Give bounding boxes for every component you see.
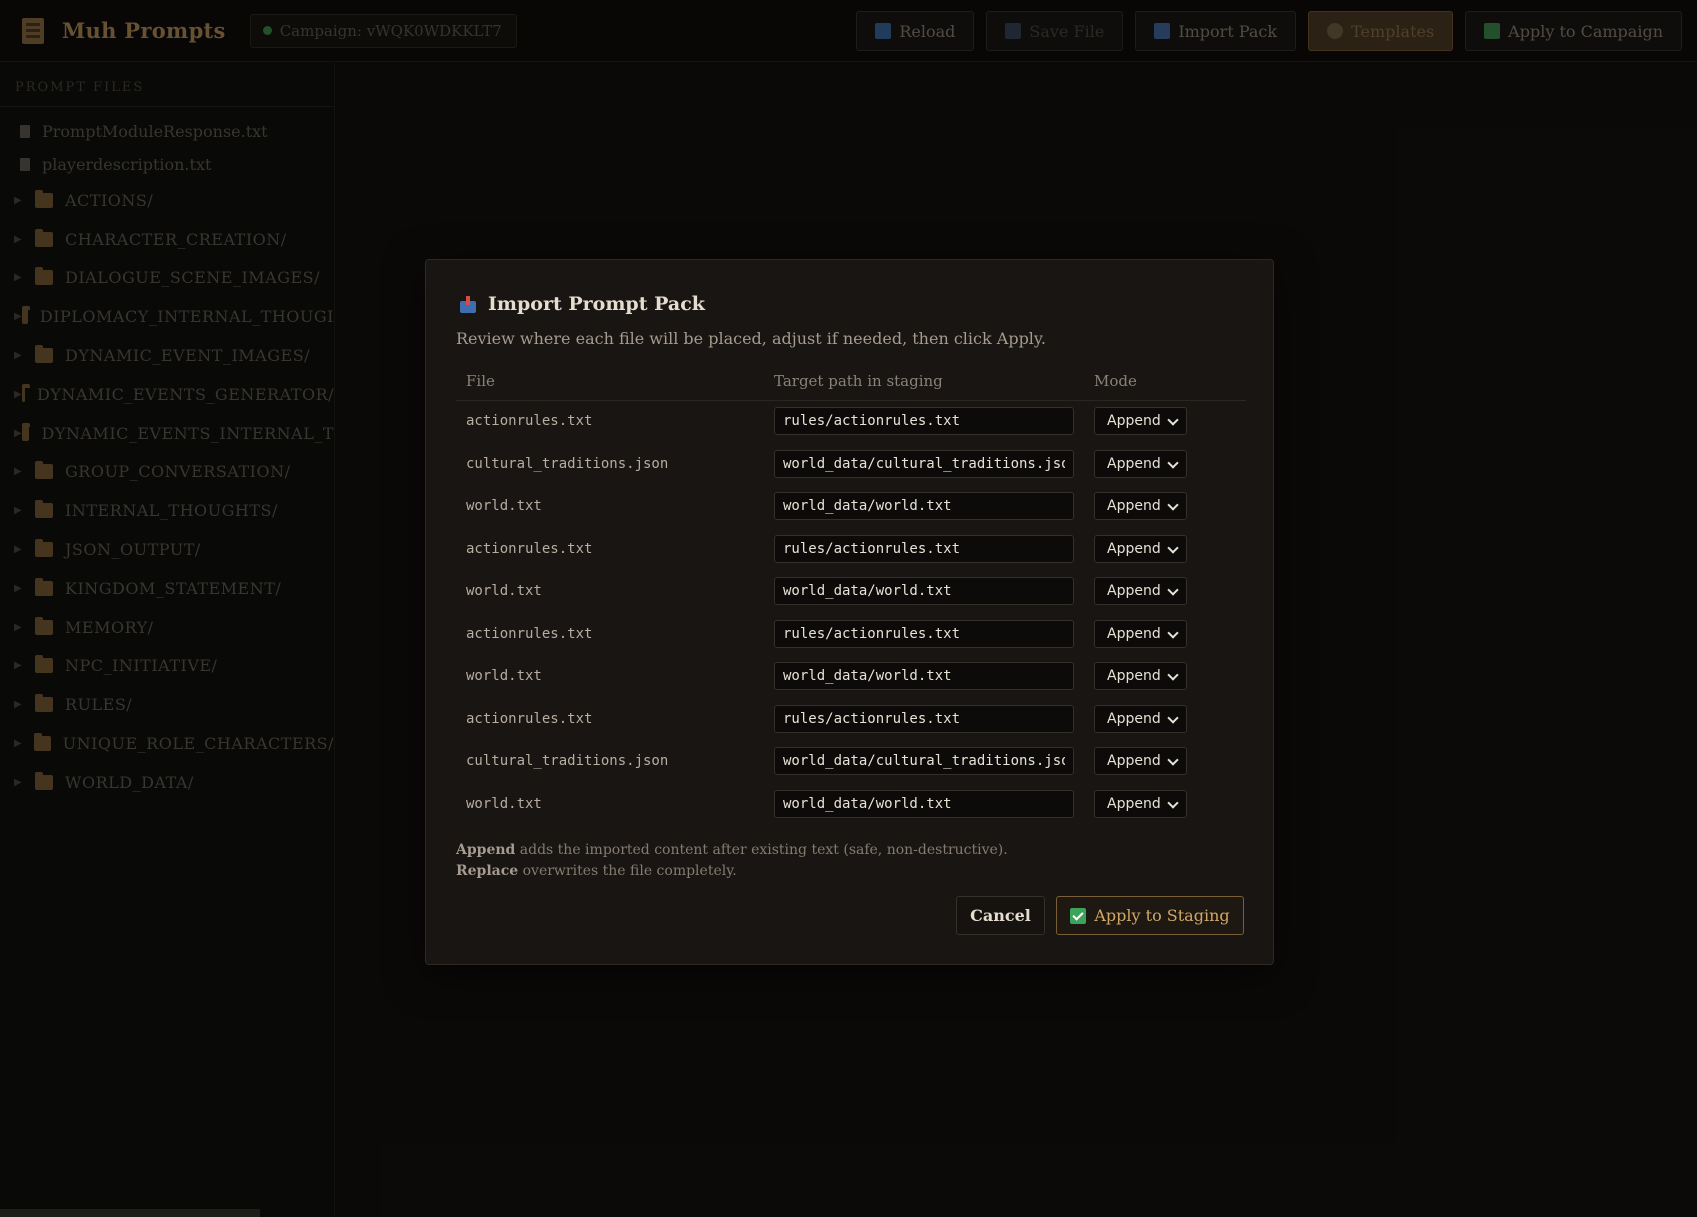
chevron-down-icon — [1167, 541, 1179, 554]
column-header-mode: Mode — [1094, 372, 1137, 390]
mode-value: Append — [1107, 583, 1161, 599]
mode-value: Append — [1107, 710, 1161, 727]
mode-value: Append — [1107, 455, 1161, 472]
mode-select[interactable]: Append — [1094, 747, 1187, 775]
mode-value: Append — [1107, 540, 1161, 557]
target-path-input[interactable] — [774, 704, 1074, 733]
file-cell: actionrules.txt — [466, 540, 593, 557]
table-row: world.txt Append — [456, 784, 1246, 827]
chevron-down-icon — [1167, 669, 1179, 681]
target-path-input[interactable] — [774, 534, 1074, 563]
mode-select[interactable]: Append — [1094, 789, 1187, 818]
mode-value: Append — [1107, 625, 1161, 642]
mode-select[interactable]: Append — [1094, 704, 1187, 733]
file-cell: cultural_traditions.json — [466, 753, 669, 769]
table-row: world.txt Append — [456, 486, 1246, 529]
dialog-title-text: Import Prompt Pack — [488, 293, 705, 315]
target-path-input[interactable] — [774, 577, 1074, 605]
import-prompt-pack-dialog: Import Prompt Pack Review where each fil… — [425, 259, 1274, 965]
inbox-tray-icon — [460, 295, 476, 313]
file-cell: actionrules.txt — [466, 413, 593, 429]
target-path-input[interactable] — [774, 449, 1074, 478]
chevron-down-icon — [1167, 456, 1179, 469]
column-header-target: Target path in staging — [774, 372, 943, 390]
file-cell: cultural_traditions.json — [466, 455, 669, 472]
column-header-file: File — [466, 372, 495, 390]
mode-value: Append — [1107, 753, 1161, 769]
apply-to-staging-button[interactable]: Apply to Staging — [1056, 896, 1244, 935]
table-row: actionrules.txt Append — [456, 529, 1246, 572]
mode-select[interactable]: Append — [1094, 534, 1187, 563]
target-path-input[interactable] — [774, 492, 1074, 520]
dialog-description: Review where each file will be placed, a… — [456, 329, 1046, 348]
target-path-input[interactable] — [774, 662, 1074, 690]
chevron-down-icon — [1167, 499, 1179, 511]
append-note: Append adds the imported content after e… — [456, 842, 1008, 858]
table-row: actionrules.txt Append — [456, 614, 1246, 657]
replace-term: Replace — [456, 863, 519, 879]
mode-value: Append — [1107, 668, 1161, 684]
target-path-input[interactable] — [774, 407, 1074, 435]
file-cell: world.txt — [466, 583, 542, 599]
mode-value: Append — [1107, 498, 1161, 514]
mode-value: Append — [1107, 795, 1161, 812]
table-row: actionrules.txt Append — [456, 699, 1246, 742]
apply-to-staging-label: Apply to Staging — [1094, 906, 1230, 925]
mode-select[interactable]: Append — [1094, 449, 1187, 478]
chevron-down-icon — [1167, 626, 1179, 639]
chevron-down-icon — [1167, 796, 1179, 809]
mode-select[interactable]: Append — [1094, 577, 1187, 605]
replace-note: Replace overwrites the file completely. — [456, 863, 737, 879]
file-cell: world.txt — [466, 795, 542, 812]
mode-select[interactable]: Append — [1094, 492, 1187, 520]
mode-select[interactable]: Append — [1094, 407, 1187, 435]
table-row: world.txt Append — [456, 571, 1246, 614]
chevron-down-icon — [1167, 754, 1179, 766]
target-path-input[interactable] — [774, 789, 1074, 818]
chevron-down-icon — [1167, 414, 1179, 426]
mode-select[interactable]: Append — [1094, 662, 1187, 690]
target-path-input[interactable] — [774, 619, 1074, 648]
replace-description: overwrites the file completely. — [518, 863, 737, 879]
table-row: cultural_traditions.json Append — [456, 444, 1246, 487]
file-cell: actionrules.txt — [466, 625, 593, 642]
chevron-down-icon — [1167, 711, 1179, 724]
append-term: Append — [456, 842, 516, 858]
dialog-title: Import Prompt Pack — [460, 293, 705, 315]
mode-value: Append — [1107, 413, 1161, 429]
table-row: world.txt Append — [456, 656, 1246, 699]
file-cell: world.txt — [466, 498, 542, 514]
checkmark-icon — [1070, 907, 1087, 924]
target-path-input[interactable] — [774, 747, 1074, 775]
table-header: File Target path in staging Mode — [456, 370, 1246, 401]
chevron-down-icon — [1167, 584, 1179, 596]
table-row: cultural_traditions.json Append — [456, 741, 1246, 784]
file-cell: world.txt — [466, 668, 542, 684]
append-description: adds the imported content after existing… — [515, 842, 1008, 858]
table-row: actionrules.txt Append — [456, 401, 1246, 444]
mode-select[interactable]: Append — [1094, 619, 1187, 648]
file-cell: actionrules.txt — [466, 710, 593, 727]
cancel-button[interactable]: Cancel — [956, 896, 1045, 935]
